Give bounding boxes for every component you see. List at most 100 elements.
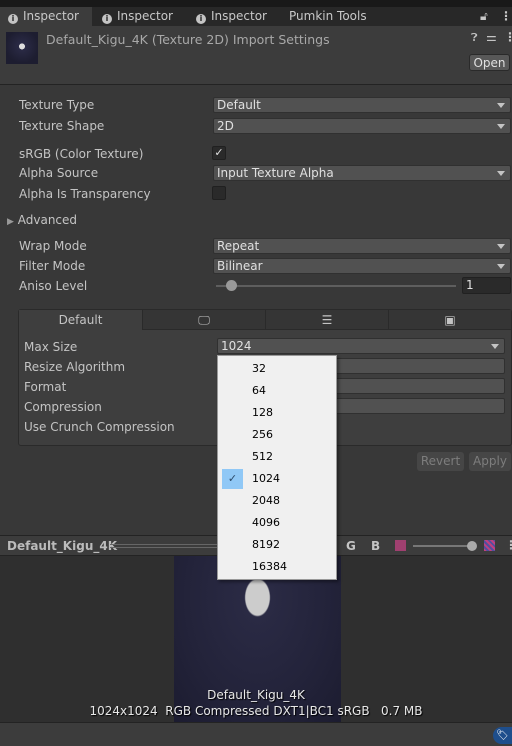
max-size-menu: 32 64 128 256 512 ✓ 1024 2048 4096 8192 16384: [217, 355, 337, 580]
chevron-down-icon: [497, 264, 505, 269]
tag-icon[interactable]: 🏷︎: [493, 727, 512, 744]
menu-item-label: 512: [252, 450, 273, 463]
menu-item-label: 8192: [252, 538, 280, 551]
alpha-source-dropdown[interactable]: Input Texture Alpha: [213, 165, 511, 181]
mip-slider[interactable]: [413, 545, 475, 547]
tab-label: Inspector: [211, 9, 267, 23]
aniso-label: Aniso Level: [19, 279, 88, 293]
check-icon: ✓: [222, 469, 243, 489]
menu-item-label: 32: [252, 362, 266, 375]
max-size-dropdown[interactable]: 1024: [217, 338, 505, 354]
filter-mode-dropdown[interactable]: Bilinear: [213, 258, 511, 274]
srgb-checkbox[interactable]: ✓: [212, 146, 226, 160]
alpha-transparency-label: Alpha Is Transparency: [19, 187, 151, 201]
srgb-label: sRGB (Color Texture): [19, 147, 144, 161]
preview-title: Default_Kigu_4K: [7, 539, 118, 553]
top-bar: [0, 0, 512, 7]
menu-item-label: 128: [252, 406, 273, 419]
alpha-transparency-checkbox[interactable]: [212, 186, 226, 200]
chevron-down-icon: [497, 124, 505, 129]
platform-tab-default[interactable]: Default: [19, 310, 143, 330]
chevron-down-icon: [497, 103, 505, 108]
drag-handle[interactable]: [110, 544, 220, 548]
info-icon: i: [196, 14, 206, 24]
android-icon: ▣: [444, 313, 456, 327]
more-icon[interactable]: ⋮: [500, 7, 512, 26]
more-icon[interactable]: ⋮: [504, 30, 512, 44]
menu-item-label: 64: [252, 384, 266, 397]
tab-label: Inspector: [117, 9, 173, 23]
value: Default: [217, 98, 261, 112]
preview-info: 1024x1024 RGB Compressed DXT1|BC1 sRGB 0…: [89, 704, 423, 718]
menu-item-256[interactable]: 256: [218, 424, 336, 446]
mip-high-icon: [484, 540, 495, 551]
preview-name: Default_Kigu_4K: [207, 688, 305, 702]
menu-item-32[interactable]: 32: [218, 358, 336, 380]
texture-shape-dropdown[interactable]: 2D: [213, 118, 511, 134]
preset-icon[interactable]: ⚌: [486, 30, 497, 44]
menu-item-16384[interactable]: 16384: [218, 556, 336, 578]
mip-low-icon: [395, 540, 406, 551]
wrap-mode-dropdown[interactable]: Repeat: [213, 238, 511, 254]
menu-item-label: 1024: [252, 472, 280, 485]
resize-algorithm-label: Resize Algorithm: [24, 360, 126, 374]
value: Input Texture Alpha: [217, 166, 334, 180]
apply-button[interactable]: Apply: [469, 452, 511, 471]
aniso-slider-track[interactable]: [216, 285, 456, 287]
menu-item-64[interactable]: 64: [218, 380, 336, 402]
menu-item-label: 16384: [252, 560, 287, 573]
compression-label: Compression: [24, 400, 102, 414]
alpha-source-label: Alpha Source: [19, 166, 99, 180]
open-button[interactable]: Open: [469, 54, 510, 71]
value: Repeat: [217, 239, 260, 253]
menu-item-4096[interactable]: 4096: [218, 512, 336, 534]
value: 2D: [217, 119, 234, 133]
platform-tab-server[interactable]: ☰: [266, 310, 389, 330]
tab-label: Inspector: [23, 9, 79, 23]
platform-tab-android[interactable]: ▣: [389, 310, 511, 330]
channel-g-button[interactable]: G: [346, 539, 356, 553]
lock-icon[interactable]: 🔓︎: [480, 7, 488, 26]
help-icon[interactable]: ❓︎: [471, 31, 478, 45]
menu-item-8192[interactable]: 8192: [218, 534, 336, 556]
menu-item-512[interactable]: 512: [218, 446, 336, 468]
info-icon: i: [102, 14, 112, 24]
server-icon: ☰: [321, 313, 333, 327]
footer: 🏷︎: [0, 722, 512, 746]
inspector-header: Default_Kigu_4K (Texture 2D) Import Sett…: [0, 26, 512, 85]
filter-mode-label: Filter Mode: [19, 259, 86, 273]
caret-right-icon: ▶: [7, 217, 14, 227]
more-icon[interactable]: ⋮: [505, 538, 512, 552]
tab-inspector-1[interactable]: i Inspector: [0, 7, 92, 26]
tab-inspector-3[interactable]: i Inspector: [196, 7, 267, 26]
menu-item-1024[interactable]: ✓ 1024: [218, 468, 336, 490]
format-label: Format: [24, 380, 67, 394]
header-title: Default_Kigu_4K (Texture 2D) Import Sett…: [46, 32, 330, 47]
mip-slider-handle[interactable]: [467, 541, 477, 551]
tab-inspector-2[interactable]: i Inspector: [98, 7, 173, 26]
chevron-down-icon: [491, 344, 499, 349]
texture-preview: Default_Kigu_4K 1024x1024 RGB Compressed…: [0, 556, 512, 722]
texture-type-label: Texture Type: [19, 98, 95, 112]
advanced-foldout[interactable]: ▶ Advanced: [7, 212, 77, 228]
tab-pumkin-tools[interactable]: Pumkin Tools: [289, 7, 367, 26]
menu-item-128[interactable]: 128: [218, 402, 336, 424]
advanced-label: Advanced: [17, 213, 78, 227]
chevron-down-icon: [497, 171, 505, 176]
max-size-label: Max Size: [24, 340, 78, 354]
wrap-mode-label: Wrap Mode: [19, 239, 87, 253]
menu-item-2048[interactable]: 2048: [218, 490, 336, 512]
revert-button[interactable]: Revert: [417, 452, 464, 471]
menu-item-label: 2048: [252, 494, 280, 507]
tab-strip: i Inspector i Inspector i Inspector Pumkin …: [0, 7, 512, 26]
platform-tab-standalone[interactable]: 🖵︎: [143, 310, 266, 330]
aniso-slider-handle[interactable]: [226, 280, 237, 291]
value: Bilinear: [217, 259, 263, 273]
texture-type-dropdown[interactable]: Default: [213, 97, 511, 113]
aniso-input[interactable]: 1: [462, 277, 511, 294]
channel-b-button[interactable]: B: [371, 539, 380, 553]
info-icon: i: [8, 14, 18, 24]
texture-thumbnail: [6, 32, 38, 64]
chevron-down-icon: [497, 244, 505, 249]
crunch-label: Use Crunch Compression: [24, 420, 175, 434]
